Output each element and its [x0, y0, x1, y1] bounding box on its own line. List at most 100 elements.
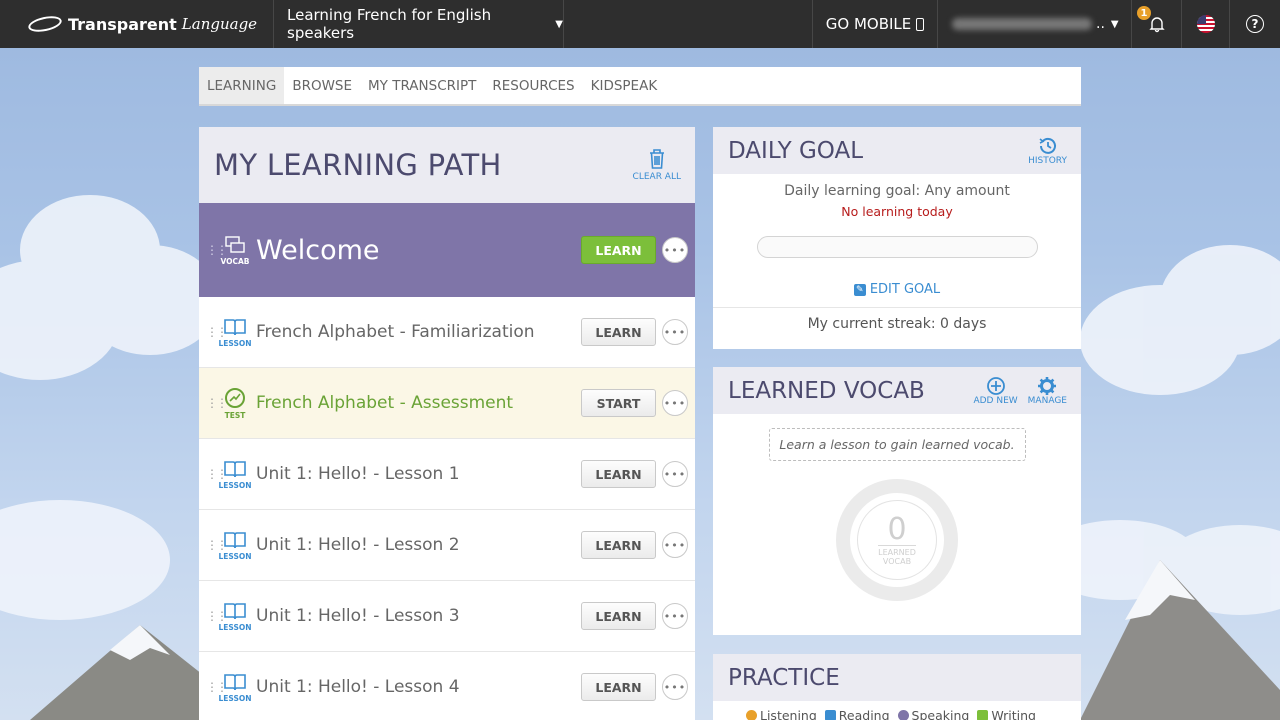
- brand-name: Transparent: [68, 14, 177, 34]
- chevron-down-icon: ▼: [555, 18, 563, 30]
- clear-all-button[interactable]: CLEAR ALL: [633, 148, 681, 182]
- course-label: Learning French for English speakers: [287, 6, 492, 42]
- lesson-type: LESSON: [218, 459, 252, 490]
- book-icon: [224, 673, 246, 690]
- practice-reading[interactable]: Reading: [824, 708, 890, 720]
- learn-button[interactable]: LEARN: [581, 236, 656, 264]
- manage-button[interactable]: MANAGE: [1028, 376, 1067, 406]
- vocab-cards-icon: [225, 235, 245, 253]
- lesson-type: LESSON: [218, 317, 252, 348]
- bell-icon: [1148, 17, 1165, 33]
- item-title[interactable]: French Alphabet - Assessment: [256, 393, 581, 413]
- drag-handle-icon[interactable]: ⋮⋮: [206, 468, 228, 480]
- path-item[interactable]: ⋮⋮ LESSON Unit 1: Hello! - Lesson 1 LEAR…: [199, 439, 695, 510]
- tab-my-transcript[interactable]: MY TRANSCRIPT: [360, 67, 484, 104]
- learned-vocab-title: LEARNED VOCAB: [728, 377, 925, 404]
- history-label: HISTORY: [1028, 155, 1067, 166]
- daily-goal-card: DAILY GOAL HISTORY Daily learning goal: …: [713, 127, 1081, 349]
- item-title[interactable]: Unit 1: Hello! - Lesson 4: [256, 677, 581, 697]
- path-item[interactable]: ⋮⋮ TEST French Alphabet - Assessment STA…: [199, 368, 695, 439]
- daily-goal-header: DAILY GOAL HISTORY: [713, 127, 1081, 174]
- vocab-type: VOCAB: [218, 235, 252, 266]
- path-item[interactable]: ⋮⋮ LESSON Unit 1: Hello! - Lesson 2 LEAR…: [199, 510, 695, 581]
- add-new-button[interactable]: ADD NEW: [973, 376, 1018, 406]
- go-mobile-button[interactable]: GO MOBILE: [813, 0, 938, 48]
- item-type-label: LESSON: [218, 693, 252, 703]
- practice-header: PRACTICE: [713, 654, 1081, 701]
- book-icon: [224, 318, 246, 335]
- clear-all-label: CLEAR ALL: [632, 172, 681, 182]
- learn-button[interactable]: LEARN: [581, 460, 656, 488]
- trash-icon: [649, 149, 664, 169]
- history-clock-icon: [1039, 137, 1056, 154]
- course-selector[interactable]: Learning French for English speakers ▼: [274, 0, 564, 48]
- drag-handle-icon[interactable]: ⋮⋮: [206, 539, 228, 551]
- more-options-icon[interactable]: •••: [662, 674, 688, 700]
- lesson-type: LESSON: [218, 672, 252, 703]
- daily-goal-title: DAILY GOAL: [728, 137, 864, 164]
- pencil-icon: ✎: [853, 283, 866, 296]
- help-icon: ?: [1246, 15, 1264, 33]
- account-menu[interactable]: .. ▼: [938, 0, 1132, 48]
- counter-inner: 0 LEARNED VOCAB: [857, 500, 937, 580]
- learn-button[interactable]: LEARN: [581, 673, 656, 701]
- learn-button[interactable]: LEARN: [581, 318, 656, 346]
- start-button[interactable]: START: [581, 389, 656, 417]
- learned-vocab-card: LEARNED VOCAB ADD NEW MANAGE Learn a les…: [713, 367, 1081, 635]
- learned-vocab-header: LEARNED VOCAB ADD NEW MANAGE: [713, 367, 1081, 414]
- item-type-label: VOCAB: [220, 256, 250, 266]
- more-options-icon[interactable]: •••: [662, 390, 688, 416]
- drag-handle-icon[interactable]: ⋮⋮: [206, 397, 228, 409]
- practice-writing[interactable]: Writing: [977, 708, 1036, 720]
- book-icon: [224, 602, 246, 619]
- goal-description: Daily learning goal: Any amount: [784, 183, 1010, 199]
- practice-card: PRACTICE Listening Reading Speaking Writ…: [713, 654, 1081, 720]
- speech-bubble-icon: [897, 710, 909, 720]
- notifications-button[interactable]: 1: [1132, 0, 1182, 48]
- practice-listening[interactable]: Listening: [746, 708, 817, 720]
- edit-goal-link[interactable]: ✎ EDIT GOAL: [713, 282, 1081, 297]
- path-item[interactable]: ⋮⋮ LESSON Unit 1: Hello! - Lesson 3 LEAR…: [199, 581, 695, 652]
- history-button[interactable]: HISTORY: [1028, 136, 1067, 166]
- tab-learning[interactable]: LEARNING: [199, 67, 285, 104]
- lesson-type: LESSON: [218, 601, 252, 632]
- main-nav: LEARNING BROWSE MY TRANSCRIPT RESOURCES …: [199, 67, 1081, 106]
- more-options-icon[interactable]: •••: [662, 603, 688, 629]
- learned-vocab-count-label: LEARNED VOCAB: [878, 544, 916, 566]
- brand-logo[interactable]: Transparent Language: [0, 0, 274, 48]
- more-options-icon[interactable]: •••: [662, 461, 688, 487]
- path-item[interactable]: ⋮⋮ LESSON Unit 1: Hello! - Lesson 4 LEAR…: [199, 652, 695, 720]
- listening-label: Listening: [760, 708, 817, 720]
- item-title[interactable]: French Alphabet - Familiarization: [256, 322, 581, 342]
- drag-handle-icon[interactable]: ⋮⋮: [206, 244, 228, 256]
- pencil-icon: [977, 710, 989, 720]
- practice-speaking[interactable]: Speaking: [897, 708, 969, 720]
- item-title[interactable]: Unit 1: Hello! - Lesson 1: [256, 464, 581, 484]
- learn-button[interactable]: LEARN: [581, 531, 656, 559]
- book-icon: [224, 460, 246, 477]
- drag-handle-icon[interactable]: ⋮⋮: [206, 681, 228, 693]
- drag-handle-icon[interactable]: ⋮⋮: [206, 326, 228, 338]
- page-title: MY LEARNING PATH: [214, 148, 502, 182]
- tab-resources[interactable]: RESOURCES: [484, 67, 582, 104]
- tab-browse[interactable]: BROWSE: [284, 67, 360, 104]
- path-item[interactable]: ⋮⋮ LESSON French Alphabet - Familiarizat…: [199, 297, 695, 368]
- help-button[interactable]: ?: [1230, 0, 1280, 48]
- learned-vocab-actions: ADD NEW MANAGE: [963, 376, 1067, 406]
- drag-handle-icon[interactable]: ⋮⋮: [206, 610, 228, 622]
- item-title[interactable]: Unit 1: Hello! - Lesson 3: [256, 606, 581, 626]
- count-label-line1: LEARNED: [878, 547, 916, 557]
- path-item-welcome[interactable]: ⋮⋮ VOCAB Welcome LEARN •••: [199, 203, 695, 297]
- brand-suffix: Language: [181, 15, 258, 33]
- item-title[interactable]: Unit 1: Hello! - Lesson 2: [256, 535, 581, 555]
- learn-button[interactable]: LEARN: [581, 602, 656, 630]
- learned-vocab-count: 0: [887, 511, 907, 547]
- more-options-icon[interactable]: •••: [662, 532, 688, 558]
- tab-kidspeak[interactable]: KIDSPEAK: [583, 67, 666, 104]
- language-flag-button[interactable]: [1182, 0, 1230, 48]
- item-title[interactable]: Welcome: [256, 235, 581, 266]
- more-options-icon[interactable]: •••: [662, 237, 688, 263]
- lesson-type: LESSON: [218, 530, 252, 561]
- reading-label: Reading: [838, 708, 890, 720]
- more-options-icon[interactable]: •••: [662, 319, 688, 345]
